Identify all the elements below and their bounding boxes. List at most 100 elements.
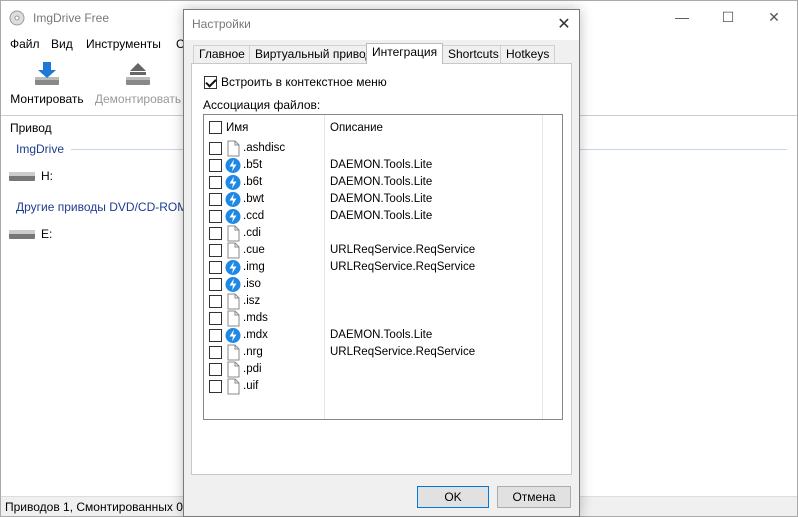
menu-tools[interactable]: Инструменты xyxy=(86,37,161,51)
file-checkbox[interactable] xyxy=(209,278,222,291)
menu-file[interactable]: Файл xyxy=(10,37,40,51)
file-description: DAEMON.Tools.Lite xyxy=(330,210,433,222)
file-checkbox[interactable] xyxy=(209,142,222,155)
blank-file-icon xyxy=(225,225,241,242)
group-title-other-drives: Другие приводы DVD/CD-ROM xyxy=(16,200,188,214)
file-extension: .b5t xyxy=(243,159,263,171)
file-extension: .isz xyxy=(243,295,261,307)
column-header-description[interactable]: Описание xyxy=(330,122,383,134)
column-header-drive[interactable]: Привод xyxy=(10,121,52,135)
drive-row-e[interactable]: E: xyxy=(9,225,52,243)
blank-file-icon xyxy=(225,140,241,157)
blank-file-icon xyxy=(225,310,241,327)
file-row[interactable]: .pdi xyxy=(204,361,562,378)
cancel-button[interactable]: Отмена xyxy=(497,486,571,508)
file-checkbox[interactable] xyxy=(209,312,222,325)
drive-label: H: xyxy=(41,169,53,183)
context-menu-checkbox[interactable] xyxy=(204,75,217,89)
file-checkbox[interactable] xyxy=(209,244,222,257)
file-extension: .mdx xyxy=(243,329,268,341)
file-row[interactable]: .img URLReqService.ReqService xyxy=(204,259,562,276)
blank-file-icon xyxy=(225,361,241,378)
file-checkbox[interactable] xyxy=(209,295,222,308)
file-row[interactable]: .cue URLReqService.ReqService xyxy=(204,242,562,259)
file-description: DAEMON.Tools.Lite xyxy=(330,193,433,205)
dialog-title: Настройки xyxy=(192,17,251,31)
daemon-tools-icon xyxy=(225,276,241,293)
drive-icon xyxy=(9,230,35,239)
file-description: URLReqService.ReqService xyxy=(330,244,476,256)
daemon-tools-icon xyxy=(225,174,241,191)
eject-icon xyxy=(126,63,150,85)
file-extension: .uif xyxy=(243,380,259,392)
file-row[interactable]: .cdi xyxy=(204,225,562,242)
file-row[interactable]: .b5t DAEMON.Tools.Lite xyxy=(204,157,562,174)
file-row[interactable]: .uif xyxy=(204,378,562,395)
file-row[interactable]: .mdx DAEMON.Tools.Lite xyxy=(204,327,562,344)
ok-button[interactable]: OK xyxy=(417,486,489,508)
window-title: ImgDrive Free xyxy=(33,11,110,25)
blank-file-icon xyxy=(225,293,241,310)
file-association-label: Ассоциация файлов: xyxy=(203,98,321,112)
tab-virtual-drive[interactable]: Виртуальный привод xyxy=(249,45,379,64)
file-checkbox[interactable] xyxy=(209,227,222,240)
file-row[interactable]: .mds xyxy=(204,310,562,327)
unmount-label: Демонтировать xyxy=(94,92,182,106)
tab-general[interactable]: Главное xyxy=(193,45,251,64)
status-text: Приводов 1, Смонтированных 0 xyxy=(5,500,183,514)
integration-panel: Встроить в контекстное меню Ассоциация ф… xyxy=(191,63,572,475)
file-extension: .img xyxy=(243,261,265,273)
file-row[interactable]: .ashdisc xyxy=(204,140,562,157)
menu-view[interactable]: Вид xyxy=(51,37,73,51)
file-checkbox[interactable] xyxy=(209,261,222,274)
minimize-button[interactable]: — xyxy=(659,1,705,33)
file-description: DAEMON.Tools.Lite xyxy=(330,159,433,171)
settings-dialog: Настройки ✕ Главное Виртуальный привод И… xyxy=(183,9,580,517)
tab-integration[interactable]: Интеграция xyxy=(366,43,444,64)
file-description: URLReqService.ReqService xyxy=(330,346,476,358)
file-row[interactable]: .isz xyxy=(204,293,562,310)
file-checkbox[interactable] xyxy=(209,210,222,223)
tab-shortcuts[interactable]: Shortcuts xyxy=(442,45,505,64)
unmount-button[interactable]: Демонтировать xyxy=(93,60,183,110)
file-extension: .ccd xyxy=(243,210,265,222)
file-checkbox[interactable] xyxy=(209,346,222,359)
file-description: URLReqService.ReqService xyxy=(330,261,476,273)
daemon-tools-icon xyxy=(225,208,241,225)
maximize-button[interactable]: ☐ xyxy=(705,1,751,33)
select-all-checkbox[interactable] xyxy=(209,121,222,134)
daemon-tools-icon xyxy=(225,327,241,344)
file-association-list: Имя Описание .ashdisc .b5t DAEMON.Tools.Li… xyxy=(203,114,563,420)
file-description: DAEMON.Tools.Lite xyxy=(330,176,433,188)
dialog-close-button[interactable]: ✕ xyxy=(550,12,578,38)
file-checkbox[interactable] xyxy=(209,176,222,189)
tab-hotkeys[interactable]: Hotkeys xyxy=(500,45,556,64)
close-button[interactable]: ✕ xyxy=(751,1,797,33)
mount-label: Монтировать xyxy=(10,92,84,106)
file-row[interactable]: .ccd DAEMON.Tools.Lite xyxy=(204,208,562,225)
drive-icon xyxy=(9,172,35,181)
file-row[interactable]: .bwt DAEMON.Tools.Lite xyxy=(204,191,562,208)
drive-row-h[interactable]: H: xyxy=(9,167,53,185)
context-menu-option[interactable]: Встроить в контекстное меню xyxy=(204,75,387,89)
file-extension: .iso xyxy=(243,278,261,290)
file-checkbox[interactable] xyxy=(209,329,222,342)
file-checkbox[interactable] xyxy=(209,380,222,393)
daemon-tools-icon xyxy=(225,191,241,208)
file-checkbox[interactable] xyxy=(209,159,222,172)
file-checkbox[interactable] xyxy=(209,363,222,376)
file-extension: .nrg xyxy=(243,346,263,358)
file-row[interactable]: .iso xyxy=(204,276,562,293)
mount-button[interactable]: Монтировать xyxy=(7,60,87,110)
column-header-name[interactable]: Имя xyxy=(226,122,248,134)
blank-file-icon xyxy=(225,242,241,259)
blank-file-icon xyxy=(225,344,241,361)
mount-icon xyxy=(35,62,59,85)
file-extension: .b6t xyxy=(243,176,263,188)
file-extension: .pdi xyxy=(243,363,262,375)
file-checkbox[interactable] xyxy=(209,193,222,206)
file-row[interactable]: .b6t DAEMON.Tools.Lite xyxy=(204,174,562,191)
blank-file-icon xyxy=(225,378,241,395)
file-extension: .bwt xyxy=(243,193,265,205)
file-row[interactable]: .nrg URLReqService.ReqService xyxy=(204,344,562,361)
